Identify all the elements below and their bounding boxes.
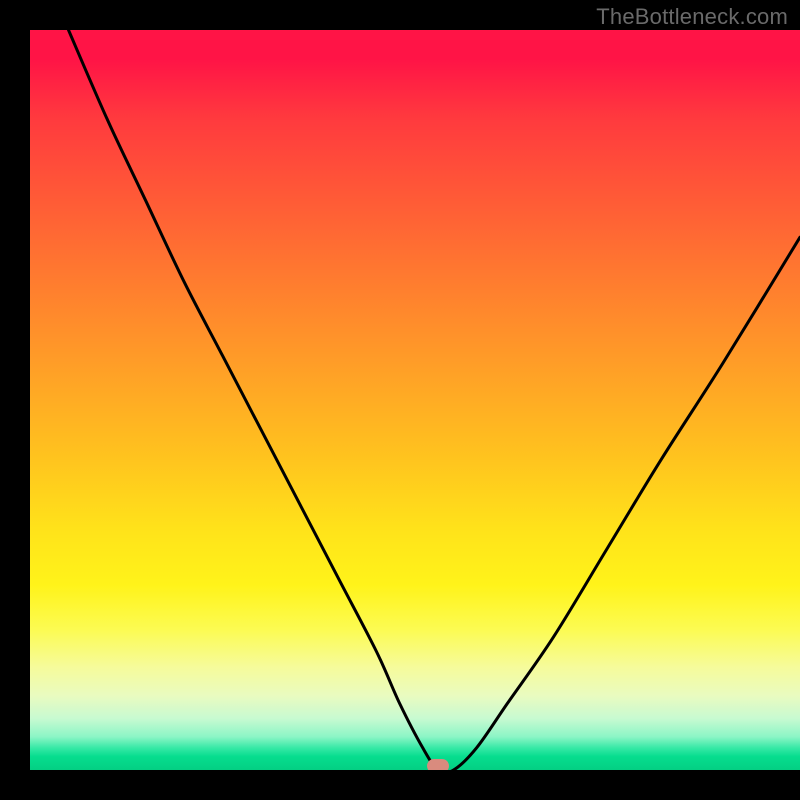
bottleneck-curve	[30, 30, 800, 770]
optimal-point-marker	[427, 759, 449, 770]
curve-path	[69, 30, 800, 770]
plot-area	[30, 30, 800, 770]
watermark-text: TheBottleneck.com	[596, 4, 788, 30]
chart-frame: TheBottleneck.com	[0, 0, 800, 800]
